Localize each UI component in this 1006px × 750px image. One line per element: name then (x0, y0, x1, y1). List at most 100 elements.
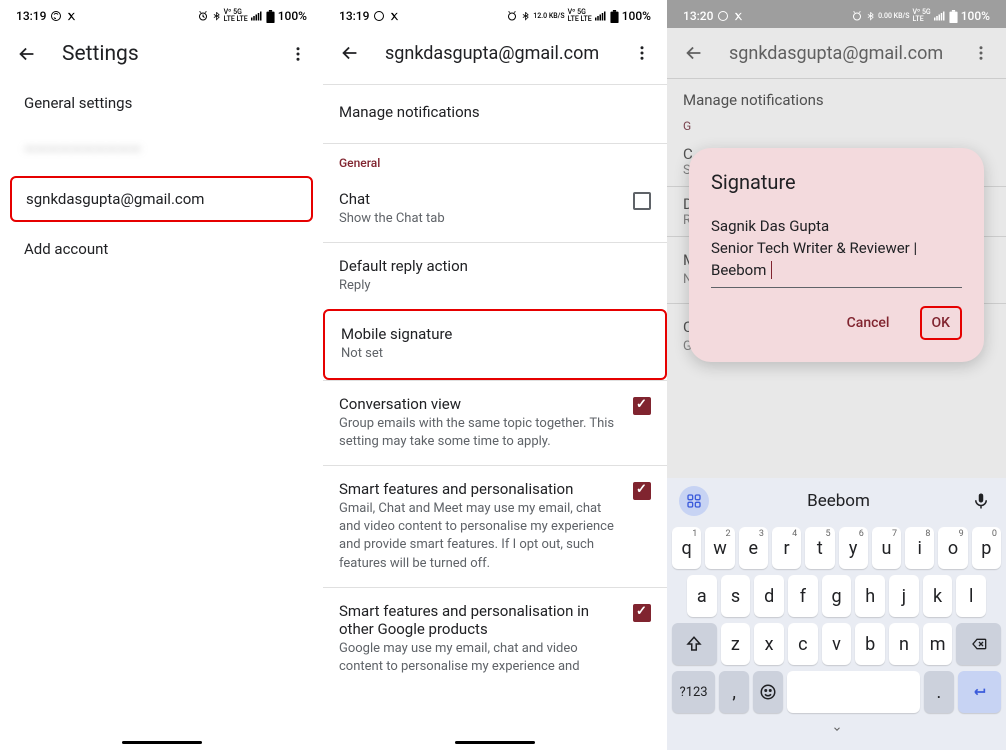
keyboard-row-3: zxcvbnm (667, 620, 1006, 668)
smart1-checkbox[interactable] (633, 482, 651, 500)
key-i[interactable]: i8 (905, 527, 934, 569)
mic-icon[interactable] (968, 488, 994, 514)
x-icon (389, 11, 400, 22)
sig-line1: Sagnik Das Gupta (711, 217, 829, 235)
key-g[interactable]: g (822, 575, 852, 617)
key-w[interactable]: w2 (705, 527, 734, 569)
add-account-item[interactable]: Add account (0, 226, 323, 272)
header: sgnkdasgupta@gmail.com (323, 28, 667, 78)
key-d[interactable]: d (754, 575, 784, 617)
more-icon[interactable] (289, 45, 307, 63)
key-a[interactable]: a (687, 575, 717, 617)
status-bar: 13:19 Vº 5GLTE LTE 100% (0, 0, 323, 28)
key-n[interactable]: n (889, 623, 919, 665)
key-p[interactable]: p0 (972, 527, 1001, 569)
back-arrow-icon (683, 42, 705, 64)
key-t[interactable]: t5 (805, 527, 834, 569)
cancel-button[interactable]: Cancel (847, 315, 890, 331)
key-l[interactable]: l (956, 575, 986, 617)
signature-title: Mobile signature (341, 325, 637, 343)
x-icon (733, 11, 744, 22)
general-settings-item[interactable]: General settings (0, 80, 323, 126)
x-icon (66, 11, 77, 22)
key-y[interactable]: y6 (839, 527, 868, 569)
data-speed: 0.00 KB/S (878, 13, 909, 20)
smart-features-google-setting[interactable]: Smart features and personalisation in ot… (323, 587, 667, 690)
account-item-highlighted[interactable]: sgnkdasgupta@gmail.com (10, 176, 313, 222)
header: Settings (0, 28, 323, 80)
alarm-icon (851, 10, 863, 22)
net-indicator: Vº 5GLTE LTE (224, 9, 248, 23)
status-time: 13:20 (683, 9, 713, 23)
blurred-account-item[interactable]: —————————— (0, 126, 323, 172)
key-q[interactable]: q1 (672, 527, 701, 569)
more-icon[interactable] (633, 44, 651, 62)
key-s[interactable]: s (721, 575, 751, 617)
symbols-key[interactable]: ?123 (672, 671, 715, 713)
key-m[interactable]: m (923, 623, 953, 665)
ok-button-highlighted[interactable]: OK (920, 306, 963, 340)
key-k[interactable]: k (923, 575, 953, 617)
dialog-title: Signature (711, 170, 962, 194)
key-v[interactable]: v (822, 623, 852, 665)
smart-features-setting[interactable]: Smart features and personalisation Gmail… (323, 465, 667, 587)
chat-setting[interactable]: Chat Show the Chat tab (323, 176, 667, 242)
keyboard-menu-icon[interactable] (679, 486, 709, 516)
back-arrow-icon[interactable] (16, 43, 38, 65)
settings-screen: 13:19 Vº 5GLTE LTE 100% (0, 0, 323, 750)
keyboard-row-2: asdfghjkl (667, 572, 1006, 620)
keyboard-suggestion-bar: Beebom (667, 478, 1006, 524)
key-r[interactable]: r4 (772, 527, 801, 569)
signature-input[interactable]: Sagnik Das Gupta Senior Tech Writer & Re… (711, 216, 962, 288)
chat-title: Chat (339, 190, 621, 208)
enter-key[interactable] (958, 671, 1001, 713)
key-x[interactable]: x (754, 623, 784, 665)
battery-text: 100% (622, 9, 651, 23)
keyboard: Beebom q1w2e3r4t5y6u7i8o9p0 asdfghjkl zx… (667, 478, 1006, 750)
key-j[interactable]: j (889, 575, 919, 617)
back-arrow-icon[interactable] (339, 42, 361, 64)
keyboard-nav-handle[interactable] (667, 716, 1006, 742)
page-title: sgnkdasgupta@gmail.com (385, 43, 609, 64)
alarm-icon (506, 10, 518, 22)
shift-key[interactable] (672, 623, 717, 665)
chat-checkbox[interactable] (633, 192, 651, 210)
key-f[interactable]: f (788, 575, 818, 617)
key-e[interactable]: e3 (739, 527, 768, 569)
key-z[interactable]: z (721, 623, 751, 665)
signal-icon (251, 11, 263, 21)
period-key[interactable]: . (924, 671, 954, 713)
sig-line2: Senior Tech Writer & Reviewer | Beebom (711, 239, 917, 279)
reply-title: Default reply action (339, 257, 639, 275)
conversation-view-setting[interactable]: Conversation view Group emails with the … (323, 380, 667, 465)
keyboard-suggestion[interactable]: Beebom (709, 491, 968, 511)
reply-sub: Reply (339, 277, 639, 295)
home-indicator[interactable] (455, 741, 535, 744)
conv-checkbox[interactable] (633, 397, 651, 415)
smart2-checkbox[interactable] (633, 604, 651, 622)
space-key[interactable] (787, 671, 920, 713)
header: sgnkdasgupta@gmail.com (667, 28, 1006, 78)
page-title: Settings (62, 42, 265, 66)
backspace-key[interactable] (956, 623, 1001, 665)
mobile-signature-setting-highlighted[interactable]: Mobile signature Not set (323, 309, 667, 379)
default-reply-setting[interactable]: Default reply action Reply (323, 242, 667, 309)
account-settings-screen: 13:19 12.0 KB/S Vº 5GLTE LTE 100% sgnkda… (323, 0, 667, 750)
signature-dialog-screen: 13:20 0.00 KB/S Vº 5GLTE 100% sgnkdasgup… (667, 0, 1006, 750)
whatsapp-icon (50, 10, 62, 22)
signal-icon (595, 11, 607, 21)
whatsapp-icon (373, 10, 385, 22)
smart1-sub: Gmail, Chat and Meet may use my email, c… (339, 500, 621, 573)
comma-key[interactable]: , (719, 671, 749, 713)
key-o[interactable]: o9 (938, 527, 967, 569)
key-b[interactable]: b (855, 623, 885, 665)
key-u[interactable]: u7 (872, 527, 901, 569)
battery-icon (949, 10, 958, 23)
chat-sub: Show the Chat tab (339, 210, 621, 228)
key-h[interactable]: h (855, 575, 885, 617)
smart2-title: Smart features and personalisation in ot… (339, 602, 621, 638)
home-indicator[interactable] (122, 741, 202, 744)
emoji-key[interactable] (753, 671, 783, 713)
manage-notifications-item[interactable]: Manage notifications (323, 85, 667, 127)
key-c[interactable]: c (788, 623, 818, 665)
